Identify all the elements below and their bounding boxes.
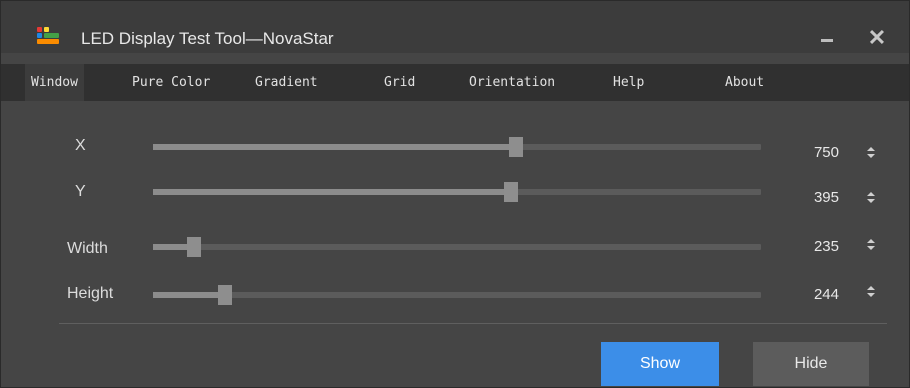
hide-button[interactable]: Hide <box>753 342 869 386</box>
x-slider[interactable] <box>153 137 761 157</box>
x-label: X <box>75 137 86 154</box>
menu-help[interactable]: Help <box>613 64 644 101</box>
width-slider-thumb[interactable] <box>186 237 201 257</box>
led-app-icon <box>37 27 59 44</box>
height-slider-fill <box>153 292 225 298</box>
x-slider-thumb[interactable] <box>508 137 523 157</box>
x-slider-fill <box>153 144 516 150</box>
height-slider-thumb[interactable] <box>217 285 232 305</box>
width-value[interactable]: 235 <box>791 237 839 257</box>
width-label: Width <box>67 240 108 257</box>
window-title: LED Display Test Tool—NovaStar <box>81 29 334 48</box>
height-label: Height <box>67 285 114 302</box>
y-value[interactable]: 395 <box>791 188 839 208</box>
menu-orientation[interactable]: Orientation <box>469 64 555 101</box>
width-slider[interactable] <box>153 237 761 257</box>
title-bar[interactable]: LED Display Test Tool—NovaStar ✕ <box>1 1 909 53</box>
menu-window[interactable]: Window <box>25 64 84 101</box>
show-button[interactable]: Show <box>601 342 719 386</box>
menu-gradient[interactable]: Gradient <box>255 64 318 101</box>
menu-pure-color[interactable]: Pure Color <box>132 64 210 101</box>
y-slider-fill <box>153 189 511 195</box>
menu-grid[interactable]: Grid <box>384 64 415 101</box>
height-value[interactable]: 244 <box>791 285 839 305</box>
menu-bar: Window Pure Color Gradient Grid Orientat… <box>1 64 909 101</box>
height-slider[interactable] <box>153 285 761 305</box>
separator <box>59 323 887 324</box>
height-spinner-icon[interactable] <box>863 280 879 304</box>
menu-about[interactable]: About <box>725 64 764 101</box>
y-slider[interactable] <box>153 182 761 202</box>
y-spinner-icon[interactable] <box>863 186 879 210</box>
width-spinner-icon[interactable] <box>863 233 879 257</box>
close-icon[interactable]: ✕ <box>863 25 891 51</box>
minimize-icon[interactable] <box>816 27 840 49</box>
x-spinner-icon[interactable] <box>863 141 879 165</box>
x-value[interactable]: 750 <box>791 143 839 163</box>
app-window: LED Display Test Tool—NovaStar ✕ Window … <box>0 0 910 388</box>
y-slider-thumb[interactable] <box>503 182 518 202</box>
y-label: Y <box>75 183 86 200</box>
